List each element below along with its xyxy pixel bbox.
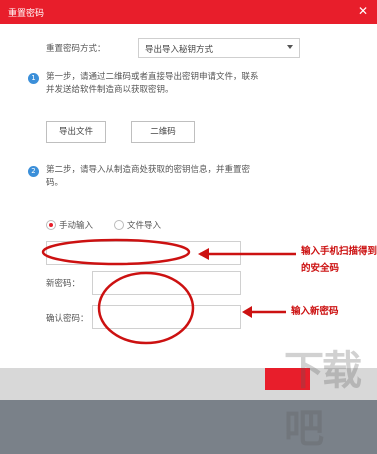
security-code-annotation-line1: 输入手机扫描得到 [301, 246, 377, 257]
security-code-arrowhead [198, 248, 209, 260]
password-arrowhead [242, 306, 252, 318]
reset-password-dialog: 重置密码 ✕ 重置密码方式： 导出导入秘钥方式 1 第一步，请通过二维码或者直接… [0, 0, 377, 452]
watermark-logo: 下载吧 [284, 348, 362, 452]
password-highlight-ellipse [97, 271, 195, 345]
security-code-annotation: 输入手机扫描得到 的安全码 [301, 243, 377, 277]
new-password-annotation: 输入新密码 [291, 306, 339, 317]
security-code-highlight-ellipse [41, 238, 191, 266]
security-code-annotation-line2: 的安全码 [301, 263, 340, 274]
